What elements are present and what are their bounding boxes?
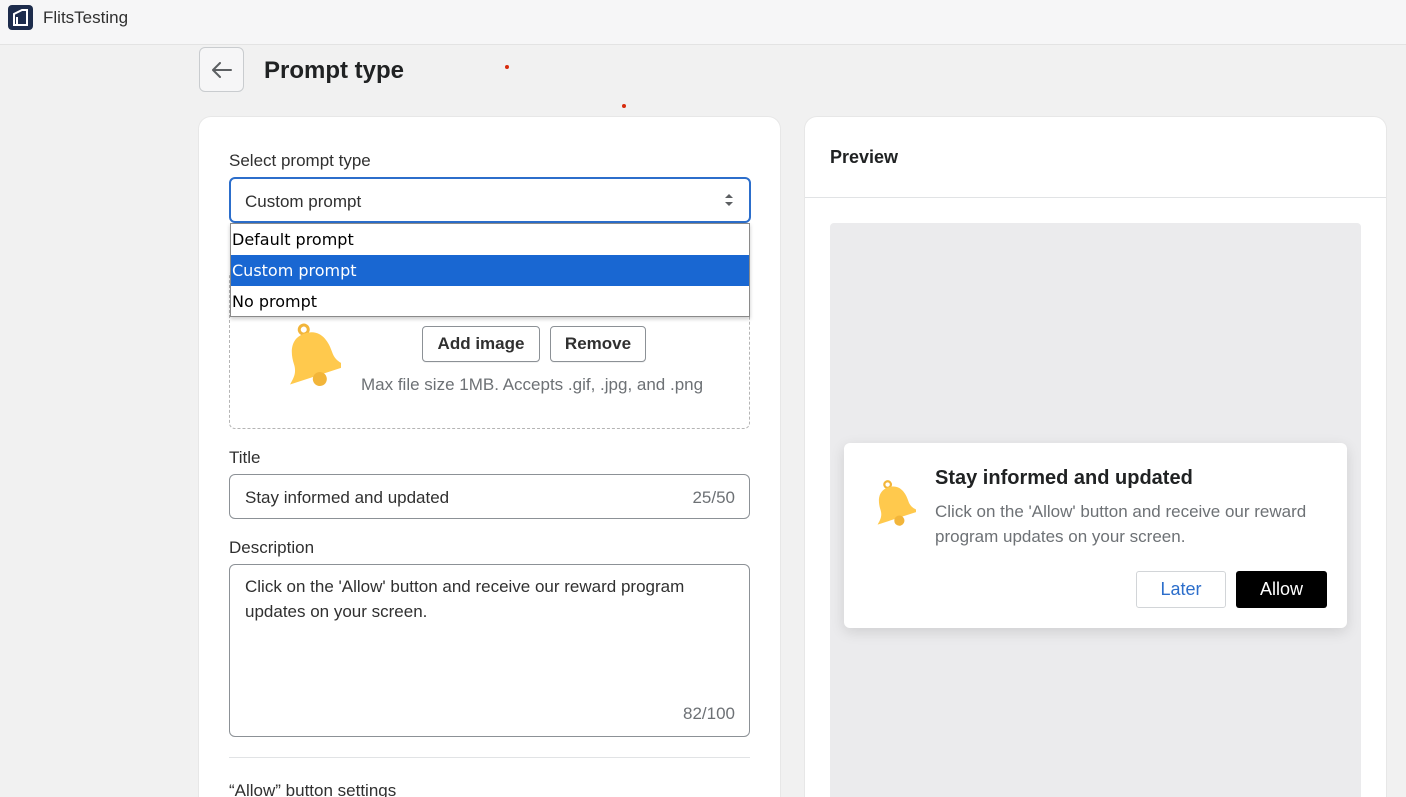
app-name: FlitsTesting — [43, 8, 129, 27]
preview-divider — [805, 197, 1386, 198]
back-button[interactable] — [199, 47, 244, 92]
add-image-button[interactable]: Add image — [422, 326, 540, 362]
prompt-type-dropdown[interactable]: Default prompt Custom prompt No prompt — [230, 223, 750, 317]
description-textarea-value: Click on the 'Allow' button and receive … — [245, 577, 685, 621]
select-value: Custom prompt — [245, 192, 362, 211]
option-custom-prompt[interactable]: Custom prompt — [231, 255, 749, 286]
red-dot-marker — [505, 65, 509, 69]
red-dot-marker — [622, 104, 626, 108]
bell-icon — [290, 323, 341, 387]
arrow-left-icon — [211, 61, 232, 78]
description-label: Description — [229, 538, 315, 557]
title-input-value: Stay informed and updated — [245, 488, 450, 507]
later-button[interactable]: Later — [1136, 571, 1226, 608]
top-bar: FlitsTesting — [0, 0, 1406, 45]
remove-image-button[interactable]: Remove — [550, 326, 646, 362]
title-label: Title — [229, 448, 261, 467]
app-logo-icon[interactable] — [8, 5, 33, 30]
select-prompt-type-label: Select prompt type — [229, 151, 371, 170]
description-counter: 82/100 — [683, 704, 735, 723]
option-default-prompt[interactable]: Default prompt — [231, 224, 749, 255]
title-counter: 25/50 — [692, 488, 735, 507]
allow-button[interactable]: Allow — [1236, 571, 1327, 608]
image-hint-text: Max file size 1MB. Accepts .gif, .jpg, a… — [361, 375, 704, 394]
preview-heading: Preview — [830, 147, 899, 167]
bell-icon — [877, 480, 916, 526]
allow-button-settings-label: “Allow” button settings — [229, 781, 397, 797]
option-no-prompt[interactable]: No prompt — [231, 286, 749, 317]
preview-prompt-description: Click on the 'Allow' button and receive … — [935, 502, 1307, 546]
description-textarea[interactable]: Click on the 'Allow' button and receive … — [229, 564, 750, 737]
title-input[interactable]: Stay informed and updated 25/50 — [229, 474, 750, 519]
page-title: Prompt type — [264, 57, 405, 84]
select-arrows-icon — [725, 194, 733, 206]
section-divider — [229, 757, 750, 758]
prompt-type-select[interactable]: Custom prompt — [229, 177, 751, 223]
preview-prompt-title: Stay informed and updated — [935, 467, 1193, 489]
